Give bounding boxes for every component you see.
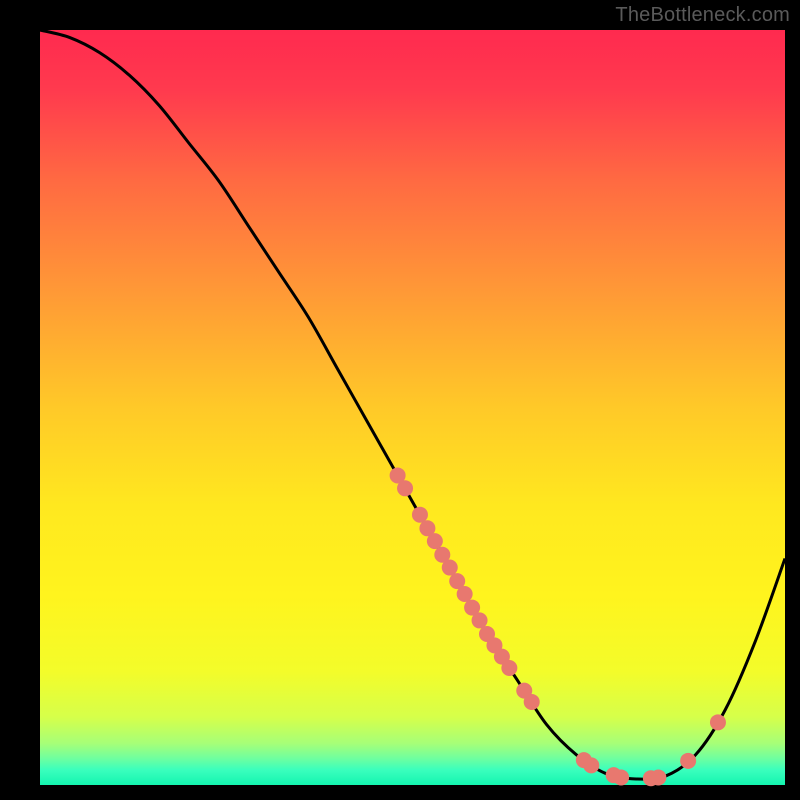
bottleneck-chart <box>0 0 800 800</box>
data-point <box>427 533 443 549</box>
chart-container: TheBottleneck.com <box>0 0 800 800</box>
data-point <box>710 714 726 730</box>
data-point <box>501 660 517 676</box>
data-point <box>457 586 473 602</box>
data-point <box>397 480 413 496</box>
data-point <box>412 507 428 523</box>
watermark-text: TheBottleneck.com <box>615 4 790 27</box>
data-point <box>524 694 540 710</box>
data-point <box>680 753 696 769</box>
data-point <box>583 757 599 773</box>
data-point <box>472 612 488 628</box>
data-point <box>650 769 666 785</box>
data-point <box>442 560 458 576</box>
plot-background <box>40 30 785 785</box>
data-point <box>613 769 629 785</box>
